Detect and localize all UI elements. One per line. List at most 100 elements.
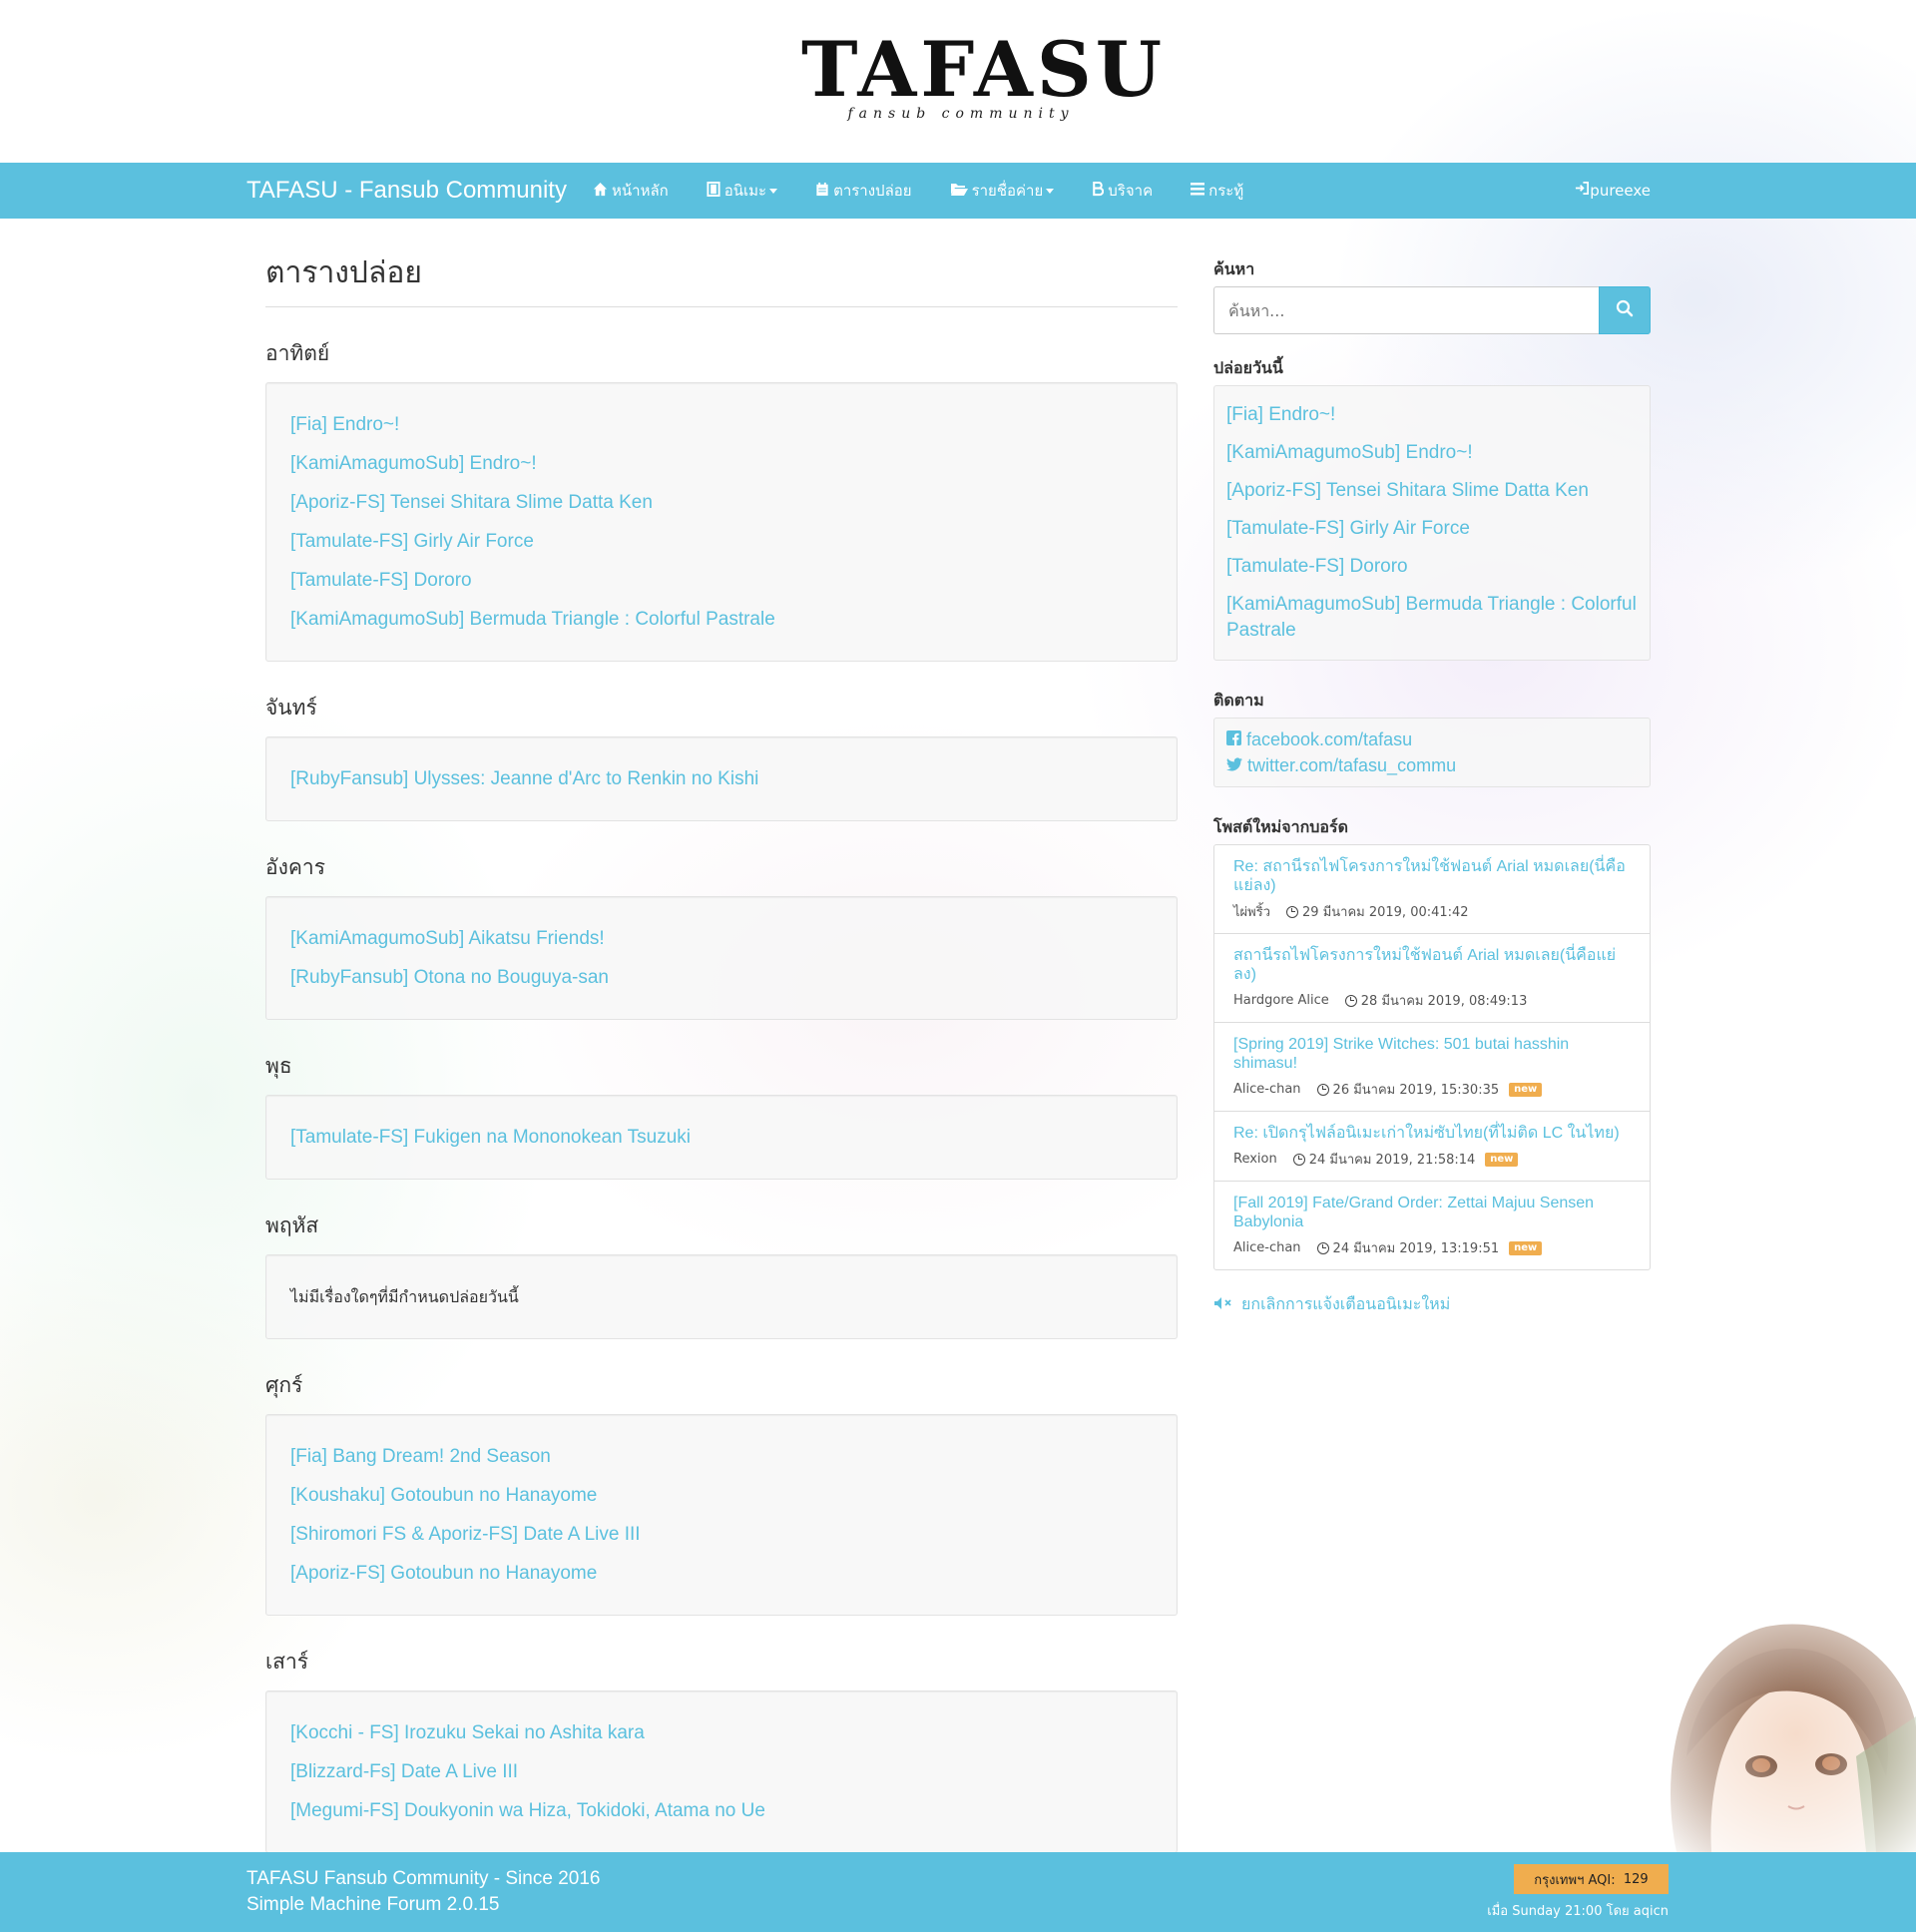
folder-open-icon — [950, 182, 968, 200]
clock-icon — [1316, 1241, 1329, 1254]
day-heading: พฤหัส — [265, 1213, 319, 1237]
post-time: 26 มีนาคม 2019, 15:30:35 — [1332, 1083, 1500, 1098]
calendar-icon — [815, 182, 829, 201]
today-release-link[interactable]: [Tamulate-FS] Girly Air Force — [1226, 510, 1638, 548]
release-link[interactable]: [Tamulate-FS] Girly Air Force — [290, 522, 1153, 561]
header: TAFASU fansub community — [0, 0, 1916, 163]
day-heading: อังคาร — [265, 855, 325, 879]
nav-menu: หน้าหลัก อนิเมะ ตารางปล่อย รายชื่อค่าย บริจา… — [593, 163, 1281, 219]
nav-item-3[interactable]: รายชื่อค่าย — [950, 179, 1055, 203]
login-link[interactable]: pureexe — [1575, 181, 1651, 200]
follow-link-label: twitter.com/tafasu_commu — [1247, 755, 1457, 775]
post-author[interactable]: Alice-chan — [1233, 1240, 1301, 1255]
footer: TAFASU Fansub Community - Since 2016 Sim… — [0, 1852, 1916, 1932]
nav-item-label: รายชื่อค่าย — [971, 182, 1044, 200]
post-author[interactable]: Alice-chan — [1233, 1082, 1301, 1097]
day-release-list: [Tamulate-FS] Fukigen na Mononokean Tsuz… — [265, 1095, 1178, 1180]
release-link[interactable]: [KamiAmagumoSub] Aikatsu Friends! — [290, 919, 1153, 958]
release-link[interactable]: [Aporiz-FS] Gotoubun no Hanayome — [290, 1554, 1153, 1593]
twitter-icon — [1226, 752, 1242, 778]
character-illustration — [1617, 1557, 1916, 1852]
logo-subtitle: fansub community — [847, 106, 1075, 122]
mute-notifications-link[interactable]: ยกเลิกการแจ้งเตือนอนิเมะใหม่ — [1213, 1292, 1651, 1317]
release-link[interactable]: [Tamulate-FS] Dororo — [290, 561, 1153, 600]
new-badge: new — [1509, 1240, 1543, 1255]
post-title-link[interactable]: สถานีรถไฟโครงการใหม่ใช้ฟอนต์ Arial หมดเล… — [1233, 946, 1631, 984]
nav-item-1[interactable]: อนิเมะ — [707, 179, 778, 203]
post-title-link[interactable]: Re: สถานีรถไฟโครงการใหม่ใช้ฟอนต์ Arial ห… — [1233, 857, 1631, 895]
release-link[interactable]: [Fia] Endro~! — [290, 405, 1153, 444]
post-time: 28 มีนาคม 2019, 08:49:13 — [1360, 994, 1528, 1009]
release-link[interactable]: [Megumi-FS] Doukyonin wa Hiza, Tokidoki,… — [290, 1791, 1153, 1830]
home-icon — [593, 182, 608, 201]
aqi-value: 129 — [1623, 1871, 1649, 1887]
post-meta: Rexion 24 มีนาคม 2019, 21:58:14 new — [1233, 1149, 1631, 1170]
mute-label: ยกเลิกการแจ้งเตือนอนิเมะใหม่ — [1241, 1294, 1451, 1313]
today-release-link[interactable]: [Tamulate-FS] Dororo — [1226, 548, 1638, 586]
day-heading: อาทิตย์ — [265, 341, 330, 365]
page-title: ตารางปล่อย — [265, 249, 1178, 307]
sign-in-icon — [1575, 181, 1590, 200]
post-author[interactable]: ไผ่พริ้ว — [1233, 901, 1270, 922]
day-release-list: [RubyFansub] Ulysses: Jeanne d'Arc to Re… — [265, 736, 1178, 821]
release-link[interactable]: [RubyFansub] Otona no Bouguya-san — [290, 958, 1153, 997]
post-item: Re: สถานีรถไฟโครงการใหม่ใช้ฟอนต์ Arial ห… — [1214, 845, 1650, 934]
release-link[interactable]: [RubyFansub] Ulysses: Jeanne d'Arc to Re… — [290, 759, 1153, 798]
post-title-link[interactable]: [Fall 2019] Fate/Grand Order: Zettai Maj… — [1233, 1194, 1631, 1231]
footer-line-2[interactable]: Simple Machine Forum 2.0.15 — [246, 1892, 600, 1918]
today-release-link[interactable]: [Fia] Endro~! — [1226, 396, 1638, 434]
follow-link[interactable]: facebook.com/tafasu — [1226, 726, 1638, 752]
post-author[interactable]: Hardgore Alice — [1233, 993, 1329, 1008]
new-badge: new — [1509, 1082, 1543, 1097]
day-release-list: [KamiAmagumoSub] Aikatsu Friends! [RubyFa… — [265, 896, 1178, 1020]
post-time: 24 มีนาคม 2019, 21:58:14 — [1308, 1153, 1476, 1168]
nav-item-2[interactable]: ตารางปล่อย — [815, 179, 912, 203]
release-link[interactable]: [Blizzard-Fs] Date A Live III — [290, 1752, 1153, 1791]
nav-item-label: บริจาค — [1108, 182, 1154, 200]
sidebar: ค้นหา ปล่อยวันนี้ [Fia] Endro~![KamiAmag… — [1213, 257, 1651, 1317]
login-label: pureexe — [1590, 181, 1651, 200]
follow-link[interactable]: twitter.com/tafasu_commu — [1226, 752, 1638, 778]
day-heading: จันทร์ — [265, 696, 317, 720]
today-release-link[interactable]: [KamiAmagumoSub] Endro~! — [1226, 434, 1638, 472]
nav-item-0[interactable]: หน้าหลัก — [593, 179, 669, 203]
posts-heading: โพสต์ใหม่จากบอร์ด — [1213, 817, 1348, 836]
today-release-link[interactable]: [KamiAmagumoSub] Bermuda Triangle : Colo… — [1226, 586, 1638, 650]
nav-item-5[interactable]: กระทู้ — [1191, 179, 1243, 203]
post-time: 24 มีนาคม 2019, 13:19:51 — [1332, 1241, 1500, 1256]
clock-icon — [1316, 1083, 1329, 1096]
post-title-link[interactable]: Re: เปิดกรุไฟล์อนิเมะเก่าใหม่ซับไทย(ที่ไ… — [1233, 1124, 1631, 1143]
post-time: 29 มีนาคม 2019, 00:41:42 — [1302, 905, 1469, 920]
clock-icon — [1292, 1153, 1305, 1166]
clock-icon — [1286, 905, 1299, 918]
today-release-link[interactable]: [Aporiz-FS] Tensei Shitara Slime Datta K… — [1226, 472, 1638, 510]
post-author[interactable]: Rexion — [1233, 1152, 1277, 1167]
day-heading: เสาร์ — [265, 1650, 309, 1674]
nav-item-label: ตารางปล่อย — [833, 182, 912, 200]
clock-icon — [1344, 994, 1357, 1007]
film-icon — [707, 181, 720, 201]
nav-item-4[interactable]: บริจาค — [1092, 179, 1153, 203]
search-input[interactable] — [1213, 286, 1599, 334]
release-link[interactable]: [Aporiz-FS] Tensei Shitara Slime Datta K… — [290, 483, 1153, 522]
release-link[interactable]: [Tamulate-FS] Fukigen na Mononokean Tsuz… — [290, 1118, 1153, 1157]
today-heading: ปล่อยวันนี้ — [1213, 358, 1283, 377]
release-link[interactable]: [Koushaku] Gotoubun no Hanayome — [290, 1476, 1153, 1515]
aqi-widget[interactable]: กรุงเทพฯ AQI: 129 — [1514, 1864, 1669, 1894]
search-heading: ค้นหา — [1213, 259, 1255, 278]
release-link[interactable]: [Fia] Bang Dream! 2nd Season — [290, 1437, 1153, 1476]
post-title-link[interactable]: [Spring 2019] Strike Witches: 501 butai … — [1233, 1035, 1631, 1073]
navbar-brand[interactable]: TAFASU - Fansub Community — [246, 177, 567, 205]
day-release-list: ไม่มีเรื่องใดๆที่มีกำหนดปล่อยวันนี้ — [265, 1254, 1178, 1339]
aqi-label: กรุงเทพฯ AQI: — [1534, 1872, 1616, 1888]
release-link[interactable]: [Shiromori FS & Aporiz-FS] Date A Live I… — [290, 1515, 1153, 1554]
release-link[interactable]: [KamiAmagumoSub] Bermuda Triangle : Colo… — [290, 600, 1153, 639]
facebook-icon — [1226, 726, 1241, 752]
today-list: [Fia] Endro~! [KamiAmagumoSub] Endro~! [Ap… — [1213, 385, 1651, 661]
site-logo[interactable]: TAFASU fansub community — [801, 30, 1162, 123]
release-link[interactable]: [KamiAmagumoSub] Endro~! — [290, 444, 1153, 483]
search-button[interactable] — [1599, 286, 1651, 334]
release-link[interactable]: [Kocchi - FS] Irozuku Sekai no Ashita ka… — [290, 1713, 1153, 1752]
post-item: [Fall 2019] Fate/Grand Order: Zettai Maj… — [1214, 1182, 1650, 1269]
post-item: [Spring 2019] Strike Witches: 501 butai … — [1214, 1023, 1650, 1112]
